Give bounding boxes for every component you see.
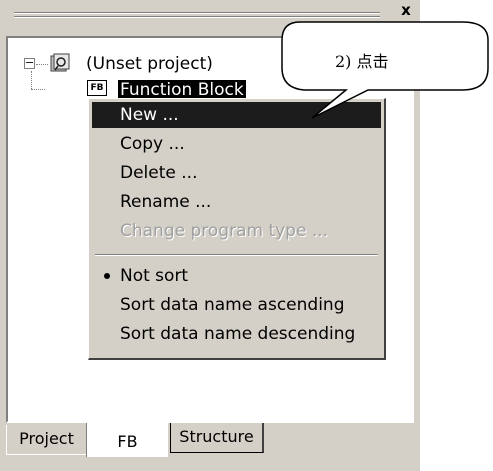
tab-fb[interactable]: FB bbox=[86, 423, 168, 457]
menu-item-new[interactable]: New ... bbox=[92, 102, 381, 128]
menu-item-delete[interactable]: Delete ... bbox=[92, 160, 381, 186]
menu-item-sort-ascending[interactable]: Sort data name ascending bbox=[92, 292, 381, 318]
menu-separator bbox=[95, 254, 378, 256]
menu-item-change-program-type: Change program type ... bbox=[120, 221, 329, 241]
callout-text: 2) 点击 bbox=[335, 52, 389, 71]
menu-item-not-sort-row[interactable]: Not sort bbox=[92, 263, 381, 289]
tree-item-function-block[interactable]: Function Block bbox=[118, 80, 246, 98]
menu-item-not-sort[interactable]: Not sort bbox=[92, 263, 381, 289]
tab-project[interactable]: Project bbox=[6, 425, 86, 455]
panel-tabs: Project FB Structure bbox=[6, 423, 414, 459]
collapse-icon[interactable]: − bbox=[24, 57, 35, 69]
tree-item-project[interactable]: (Unset project) bbox=[86, 54, 213, 74]
tree-connector bbox=[31, 71, 33, 89]
tree-connector bbox=[36, 64, 48, 66]
tab-structure[interactable]: Structure bbox=[170, 423, 264, 453]
menu-item-sort-descending[interactable]: Sort data name descending bbox=[92, 321, 381, 347]
close-icon[interactable]: x bbox=[398, 2, 414, 18]
context-menu: New ... Copy ... Delete ... Rename ... C… bbox=[88, 98, 386, 360]
menu-item-rename[interactable]: Rename ... bbox=[92, 189, 381, 215]
tree-connector bbox=[31, 89, 45, 91]
function-block-icon: FB bbox=[87, 80, 107, 96]
menu-item-copy[interactable]: Copy ... bbox=[92, 131, 381, 157]
panel-title-bar[interactable]: x bbox=[6, 0, 420, 30]
project-icon bbox=[50, 53, 70, 72]
